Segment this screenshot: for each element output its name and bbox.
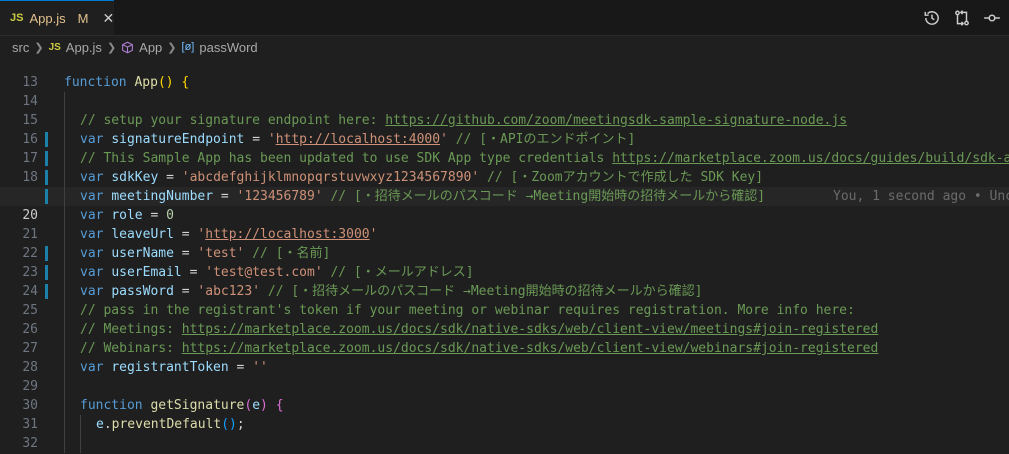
code-text: var userEmail = 'test@test.com' // [・メール…: [80, 265, 474, 280]
indent-guide: [64, 149, 65, 168]
indent-guide: [64, 339, 65, 358]
code-text: var passWord = 'abc123' // [・招待メールのパスコード…: [80, 284, 703, 299]
indent-guide: [64, 301, 65, 320]
code-link: http://localhost:3000: [205, 227, 370, 242]
code-text: var leaveUrl = 'http://localhost:3000': [80, 227, 378, 242]
code-text: function getSignature(e) {: [80, 398, 284, 413]
breadcrumb-variable[interactable]: passWord: [199, 40, 257, 55]
code-text: function App() {: [64, 75, 190, 90]
code-line: 13: [0, 58, 1009, 90]
source-control-icon[interactable]: [983, 9, 1001, 27]
indent-guide: [64, 187, 65, 206]
code-line: 30: [0, 377, 1009, 413]
js-file-icon: JS: [10, 12, 24, 24]
tab-app-js[interactable]: JS App.js M ✕: [0, 0, 114, 35]
chevron-right-icon: ❯: [34, 41, 44, 54]
code-link: http://localhost:4000: [275, 132, 441, 147]
breadcrumb-symbol[interactable]: App: [139, 40, 162, 55]
variable-icon: [ø]: [181, 41, 195, 53]
code-text: // This Sample App has been updated to u…: [80, 149, 1009, 168]
code-line: 26 // pass in the registrant's token if …: [0, 301, 1009, 337]
indent-guide: [64, 244, 65, 263]
code-link: https://marketplace.zoom.us/docs/sdk/nat…: [181, 341, 879, 356]
indent-guide: [64, 225, 65, 244]
indent-guide: [64, 396, 65, 415]
code-link: https://marketplace.zoom.us/docs/sdk/nat…: [181, 322, 879, 337]
indent-guide: [64, 168, 65, 187]
indent-guide: [64, 415, 65, 434]
code-line: 24 var userEmail = 'test@test.com' // [・…: [0, 263, 1009, 299]
cube-icon: [122, 41, 134, 53]
code-line: 21 var role = 0: [0, 206, 1009, 242]
git-blame-annotation[interactable]: You, 1 second ago • Unc: [833, 187, 1009, 206]
code-line: 31 function getSignature(e) {: [0, 396, 1009, 432]
compare-changes-icon[interactable]: [953, 9, 971, 27]
code-line: 27 // Meetings: https://marketplace.zoom…: [0, 320, 1009, 356]
code-text: var registrantToken = '': [80, 360, 268, 375]
breadcrumb-folder[interactable]: src: [12, 40, 29, 55]
code-text: // Webinars: https://marketplace.zoom.us…: [80, 341, 879, 356]
code-line: 18 // This Sample App has been updated t…: [0, 149, 1009, 185]
code-link: https://github.com/zoom/meetingsdk-sampl…: [385, 113, 848, 128]
indent-guide: [64, 130, 65, 149]
code-editor[interactable]: 13 14 function App() { 15 16 // setup yo…: [0, 58, 1009, 454]
code-line: 19 var sdkKey = 'abcdefghijklmnopqrstuvw…: [0, 168, 1009, 204]
code-line: 25 var passWord = 'abc123' // [・招待メールのパス…: [0, 282, 1009, 318]
code-link: https://marketplace.zoom.us/docs/guides/…: [612, 151, 1009, 166]
chevron-right-icon: ❯: [106, 41, 117, 54]
indent-guide: [64, 92, 65, 111]
modified-gutter-marker: [45, 170, 48, 185]
modified-gutter-marker: [45, 151, 48, 166]
tab-label: App.js: [29, 10, 66, 26]
code-line: 28 // Webinars: https://marketplace.zoom…: [0, 339, 1009, 375]
code-line: 17 var signatureEndpoint = 'http://local…: [0, 130, 1009, 166]
code-text: var sdkKey = 'abcdefghijklmnopqrstuvwxyz…: [80, 170, 764, 185]
indent-guide: [64, 377, 65, 396]
close-icon[interactable]: ✕: [102, 10, 114, 27]
breadcrumb-file[interactable]: App.js: [66, 40, 102, 55]
code-text: // Meetings: https://marketplace.zoom.us…: [80, 322, 879, 337]
chevron-right-icon: ❯: [167, 41, 177, 54]
indent-guide: [64, 434, 65, 453]
code-text: var role = 0: [80, 208, 174, 223]
code-line: 16 // setup your signature endpoint here…: [0, 111, 1009, 147]
modified-indicator: M: [77, 10, 89, 26]
code-line: 32 e.preventDefault();: [0, 415, 1009, 451]
editor-actions: [923, 0, 1001, 35]
code-text: // pass in the registrant's token if you…: [80, 303, 855, 318]
code-line: 29 var registrantToken = '': [0, 358, 1009, 394]
code-line-active: 20 var meetingNumber = '123456789' // [・…: [0, 187, 1009, 223]
indent-guide: [64, 206, 65, 225]
code-line: 22 var leaveUrl = 'http://localhost:3000…: [0, 225, 1009, 261]
modified-gutter-marker: [45, 132, 48, 147]
code-text: var meetingNumber = '123456789' // [・招待メ…: [80, 189, 766, 204]
code-text: e.preventDefault();: [96, 417, 245, 432]
indent-guide: [64, 320, 65, 339]
code-line: 15: [0, 92, 1009, 128]
code-text: var userName = 'test' // [・名前]: [80, 246, 331, 261]
modified-gutter-marker: [45, 265, 48, 280]
indent-guide: [64, 358, 65, 377]
modified-gutter-marker: [45, 284, 48, 299]
code-line: 33: [0, 434, 1009, 453]
indent-guide: [64, 263, 65, 282]
tab-bar: JS App.js M ✕: [0, 0, 1009, 36]
js-file-icon: JS: [48, 41, 61, 53]
indent-guide: [64, 111, 65, 130]
modified-gutter-marker: [45, 246, 48, 261]
indent-guide: [80, 434, 81, 453]
indent-guide: [64, 282, 65, 301]
code-line: 23 var userName = 'test' // [・名前]: [0, 244, 1009, 280]
breadcrumb: src ❯ JS App.js ❯ App ❯ [ø] passWord: [0, 36, 1009, 58]
timeline-icon[interactable]: [923, 9, 941, 27]
indent-guide: [80, 415, 81, 434]
code-text: var signatureEndpoint = 'http://localhos…: [80, 132, 636, 147]
code-text: // setup your signature endpoint here: h…: [80, 113, 848, 128]
modified-gutter-marker: [45, 189, 48, 204]
code-line: 14 function App() {: [0, 73, 1009, 109]
